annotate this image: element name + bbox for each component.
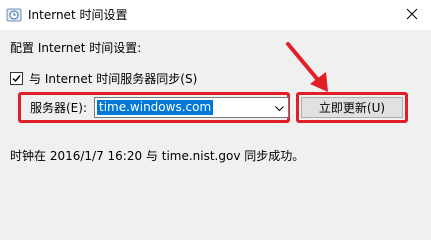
server-input[interactable]: time.windows.com — [97, 100, 214, 115]
server-label: 服务器(E): — [30, 101, 87, 115]
server-combobox[interactable]: time.windows.com — [94, 97, 289, 118]
sync-status-text: 时钟在 2016/1/7 16:20 与 time.nist.gov 同步成功。 — [10, 149, 305, 163]
sync-checkbox-row[interactable]: 与 Internet 时间服务器同步(S) — [10, 70, 197, 86]
annotation-arrow-icon — [286, 42, 328, 92]
clock-globe-icon — [6, 7, 22, 23]
server-dropdown-button[interactable] — [271, 98, 288, 117]
sync-checkbox-label: 与 Internet 时间服务器同步(S) — [29, 71, 198, 86]
close-icon — [406, 8, 418, 23]
chevron-down-icon — [275, 101, 284, 115]
server-highlight-frame: 服务器(E): time.windows.com — [18, 92, 290, 123]
section-label: 配置 Internet 时间设置: — [10, 41, 142, 55]
title-bar: Internet 时间设置 — [0, 0, 431, 30]
close-button[interactable] — [393, 0, 431, 30]
sync-checkbox[interactable] — [10, 71, 23, 85]
window-title: Internet 时间设置 — [28, 8, 128, 22]
update-now-button[interactable]: 立即更新(U) — [301, 97, 403, 118]
